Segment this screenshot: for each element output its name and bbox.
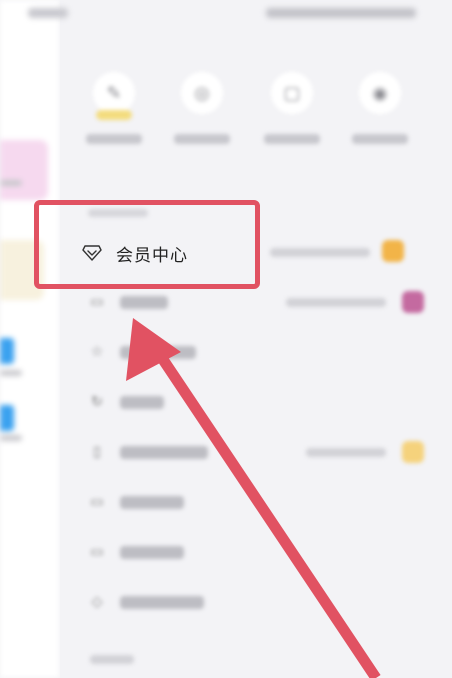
annotation-arrow bbox=[126, 318, 381, 678]
